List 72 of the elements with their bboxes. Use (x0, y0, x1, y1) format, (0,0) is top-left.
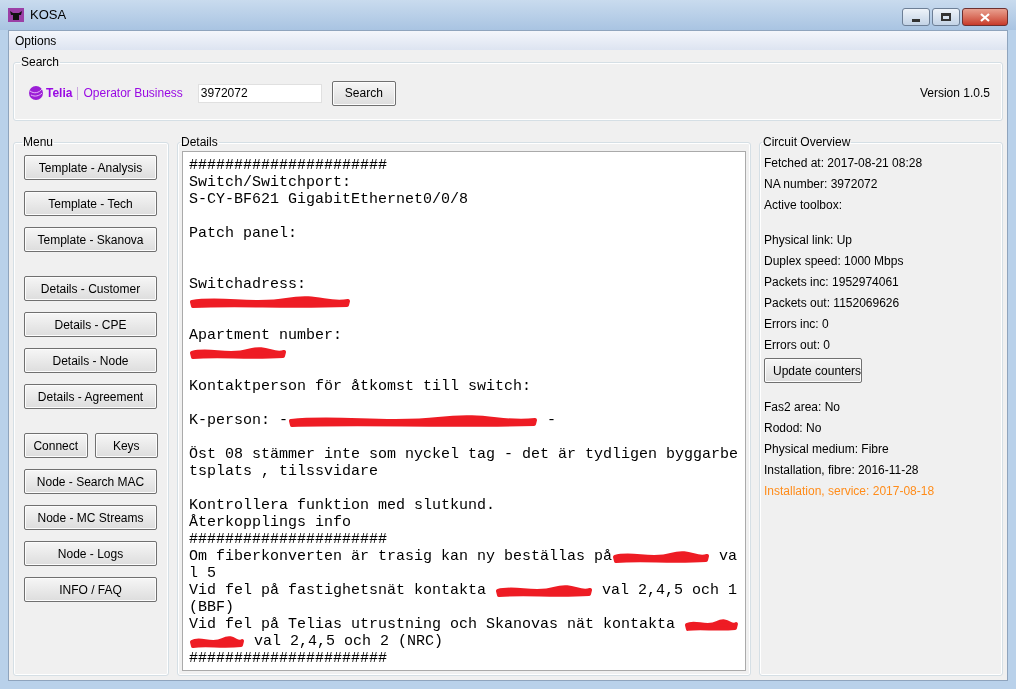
minimize-icon (912, 18, 920, 22)
overview-text: Physical link: Up (764, 232, 854, 249)
detail-text: ###################### (189, 157, 388, 174)
close-button[interactable] (962, 8, 1008, 26)
detail-text: - (546, 412, 557, 429)
menu-button[interactable]: Details - Node (24, 348, 157, 373)
menu-button[interactable]: Details - CPE (24, 312, 157, 337)
redaction-scribble (684, 617, 739, 632)
redaction-scribble (189, 634, 245, 649)
group-title: Details (180, 134, 219, 151)
cow-icon (8, 8, 24, 22)
window-title: KOSA (30, 6, 67, 25)
menu-item[interactable]: Options (15, 31, 57, 50)
overview-text: Errors inc: 0 (764, 316, 830, 333)
detail-text: Vid fel på Telias utrustning och Skanovas nät kontakta (189, 616, 677, 633)
menu-button[interactable]: Node - Logs (24, 541, 157, 566)
menu-button[interactable]: Details - Agreement (24, 384, 157, 409)
update-counters-button[interactable]: Update counters (764, 358, 862, 383)
search-button[interactable]: Search (331, 80, 396, 106)
menu-button[interactable]: INFO / FAQ (24, 577, 157, 602)
detail-text: Öst 08 stämmer inte som nyckel tag - det är tydligen byggarbe (189, 446, 739, 463)
close-icon (980, 12, 990, 22)
detail-text: Switch/Switchport: (189, 174, 352, 191)
overview-text: Duplex speed: 1000 Mbps (764, 253, 905, 270)
detail-text: Kontaktperson för åtkomst till switch: (189, 378, 532, 395)
detail-text: Vid fel på fastighetsnät kontakta (189, 582, 488, 599)
detail-text: tsplats , tilssvidare (189, 463, 379, 480)
detail-text: val 2,4,5 och 1 (601, 582, 738, 599)
group-title: Search (20, 54, 61, 71)
minimize-button[interactable] (902, 8, 930, 26)
overview-text: Packets out: 1152069626 (764, 295, 901, 312)
menu-button[interactable]: Keys (94, 433, 158, 458)
menu-button[interactable]: Node - MC Streams (24, 505, 157, 530)
overview-text: Physical medium: Fibre (764, 441, 890, 458)
group-title: Menu (22, 134, 55, 151)
detail-text: S-CY-BF621 GigabitEthernet0/0/8 (189, 191, 469, 208)
group-title: Circuit Overview (762, 134, 852, 151)
logo-brand: Telia (46, 85, 73, 102)
detail-text: Switchadress: (189, 276, 307, 293)
overview-text: Installation, service: 2017-08-18 (764, 483, 936, 500)
detail-text: Kontrollera funktion med slutkund. (189, 497, 496, 514)
overview-text: Packets inc: 1952974061 (764, 274, 900, 291)
menu-button[interactable]: Template - Skanova (24, 227, 157, 252)
overview-text: NA number: 3972072 (764, 176, 879, 193)
overview-text: Fas2 area: No (764, 399, 842, 416)
detail-text: (BBF) (189, 599, 234, 616)
search-field[interactable]: 3972072 (197, 83, 322, 103)
detail-text: Återkopplings info (189, 514, 352, 531)
detail-text: K-person: - (189, 412, 289, 429)
detail-text: Apartment number: (189, 327, 343, 344)
overview-text: Installation, fibre: 2016-11-28 (764, 462, 920, 479)
maximize-icon (941, 13, 951, 21)
overview-text: Fetched at: 2017-08-21 08:28 (764, 155, 924, 172)
menu-button[interactable]: Details - Customer (24, 276, 157, 301)
logo-product: Operator Business (83, 85, 183, 102)
menu-button[interactable]: Node - Search MAC (24, 469, 157, 494)
telia-logo-icon (28, 85, 44, 101)
detail-text: val 2,4,5 och 2 (NRC) (253, 633, 444, 650)
menu-button[interactable]: Connect (24, 433, 88, 458)
overview-text: Errors out: 0 (764, 337, 832, 354)
detail-text: Patch panel: (189, 225, 298, 242)
menu-button[interactable]: Template - Analysis (24, 155, 157, 180)
detail-text: l 5 (189, 565, 216, 582)
detail-text: ###################### (189, 650, 388, 667)
version-label: Version 1.0.5 (919, 85, 990, 102)
overview-text: Active toolbox: (764, 197, 844, 214)
detail-text: va (718, 548, 738, 565)
maximize-button[interactable] (932, 8, 960, 26)
detail-text: Om fiberkonverten är trasig kan ny beställas på (189, 548, 613, 565)
menu-button[interactable]: Template - Tech (24, 191, 157, 216)
overview-text: Rodod: No (764, 420, 823, 437)
detail-text: ###################### (189, 531, 388, 548)
